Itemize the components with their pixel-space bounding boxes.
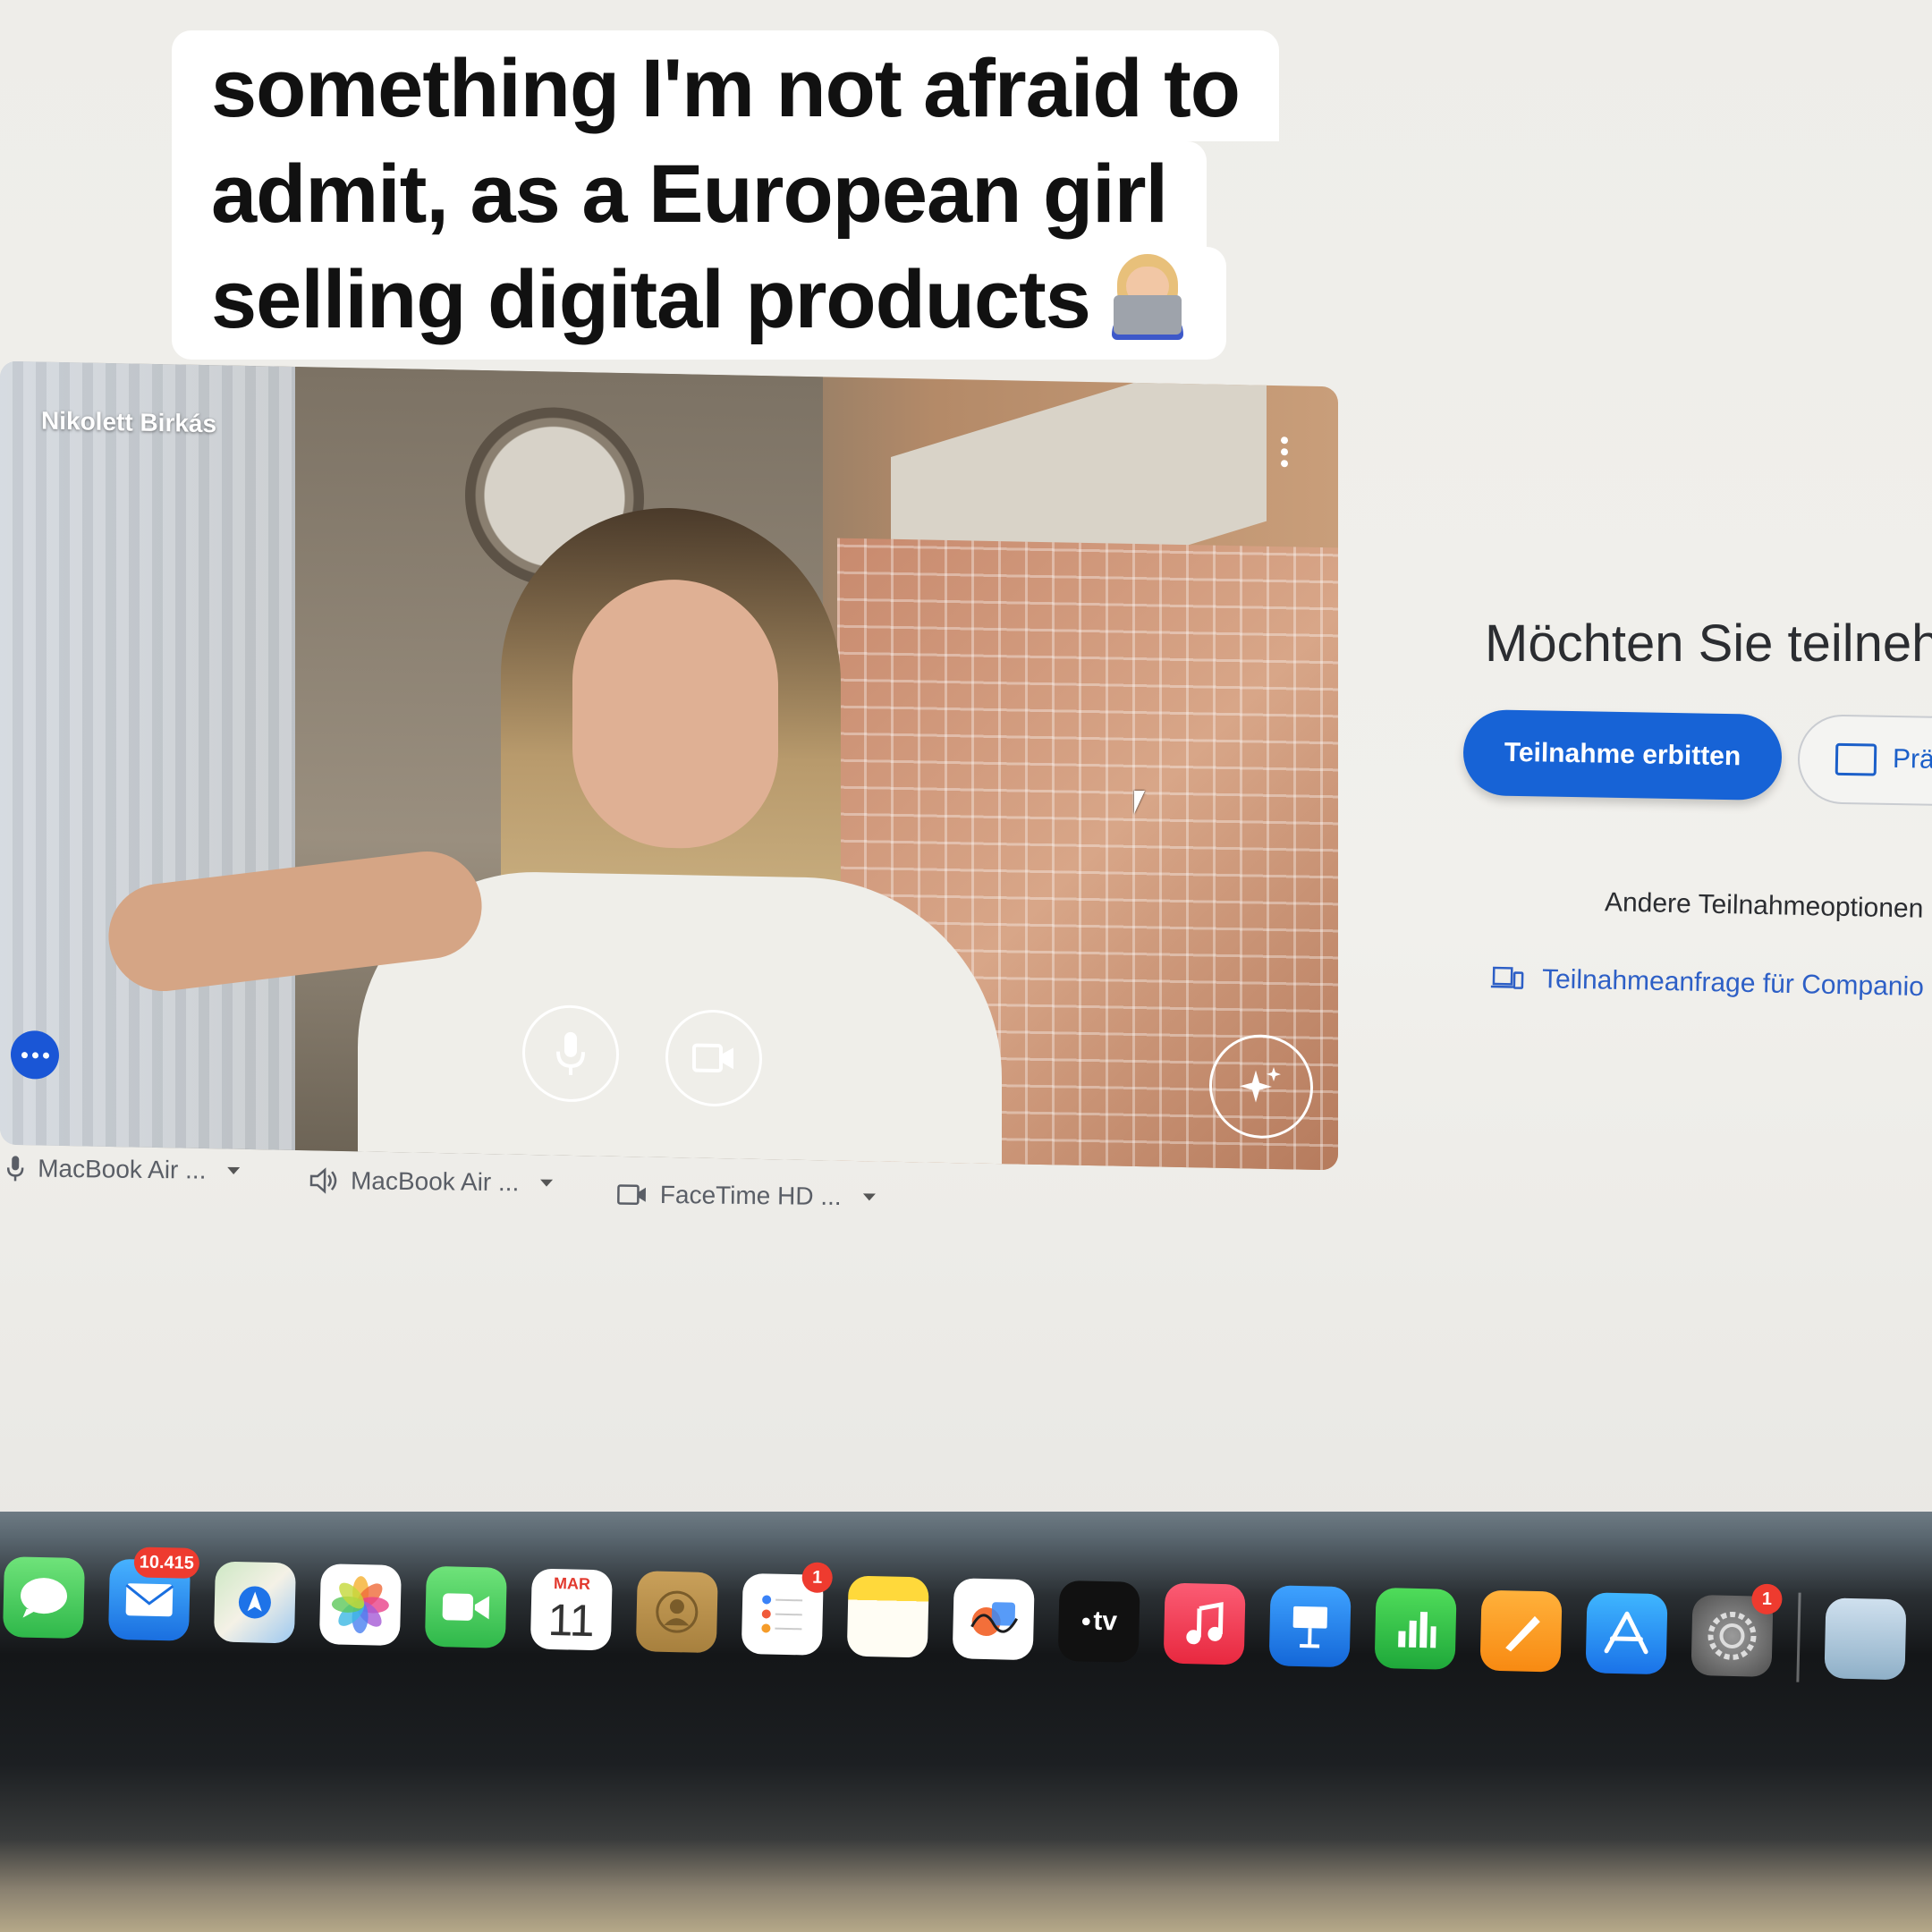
sparkle-icon <box>1240 1066 1281 1103</box>
browser-screen: something I'm not afraid to admit, as a … <box>0 0 1932 1538</box>
companion-mode-label: Teilnahmeanfrage für Companio <box>1541 964 1925 1003</box>
more-actions-button[interactable] <box>11 1030 59 1080</box>
messages-app-icon[interactable] <box>2 1556 85 1640</box>
microphone-icon <box>6 1156 24 1182</box>
apple-tv-label: tv <box>1093 1606 1118 1637</box>
speaker-selector[interactable]: MacBook Air ... <box>309 1166 554 1198</box>
reminders-app-icon[interactable]: 1 <box>741 1562 834 1656</box>
other-join-options-label: Andere Teilnahmeoptionen <box>1604 887 1924 924</box>
woman-laptop-emoji-icon <box>1108 254 1187 340</box>
contacts-app-icon[interactable] <box>635 1571 718 1654</box>
more-options-icon[interactable] <box>1281 432 1290 471</box>
visual-effects-button[interactable] <box>1209 1033 1313 1140</box>
maps-app-icon[interactable] <box>213 1561 296 1644</box>
pages-app-icon[interactable] <box>1479 1589 1563 1673</box>
microphone-selector-label: MacBook Air ... <box>38 1154 207 1184</box>
dock-separator <box>1796 1592 1801 1682</box>
ask-to-join-button[interactable]: Teilnahme erbitten <box>1462 708 1783 801</box>
camera-selector-label: FaceTime HD ... <box>659 1180 842 1211</box>
camera-toggle-button[interactable] <box>665 1008 762 1107</box>
mail-app-icon[interactable]: 10.415 <box>107 1546 200 1641</box>
present-button-label: Prä <box>1892 743 1932 775</box>
microphone-toggle-button[interactable] <box>522 1004 619 1103</box>
person-face <box>572 577 778 851</box>
calendar-day: 11 <box>547 1594 596 1647</box>
mail-unread-badge: 10.415 <box>133 1546 200 1580</box>
photos-app-icon[interactable] <box>318 1563 402 1647</box>
camera-selector[interactable]: FaceTime HD ... <box>617 1180 876 1211</box>
chevron-down-icon <box>540 1179 554 1187</box>
calendar-month: MAR <box>553 1574 591 1593</box>
present-button[interactable]: Prä <box>1797 714 1932 807</box>
companion-device-icon <box>1490 966 1524 989</box>
camera-preview: Nikolett Birkás <box>0 360 1338 1171</box>
device-selector-bar: MacBook Air ... MacBook Air ... FaceTime… <box>0 1154 984 1218</box>
chevron-down-icon <box>227 1166 241 1175</box>
chevron-down-icon <box>862 1193 876 1201</box>
video-camera-icon <box>617 1184 646 1205</box>
system-settings-app-icon[interactable]: 1 <box>1690 1583 1783 1677</box>
keynote-app-icon[interactable] <box>1268 1585 1352 1668</box>
microphone-selector[interactable]: MacBook Air ... <box>5 1154 241 1185</box>
speaker-icon <box>309 1167 337 1194</box>
notes-app-icon[interactable] <box>846 1575 929 1658</box>
apple-tv-app-icon[interactable]: ● tv <box>1057 1580 1140 1663</box>
settings-badge: 1 <box>1751 1583 1783 1615</box>
caption-line-2: admit, as a European girl <box>172 141 1208 247</box>
microphone-icon <box>556 1031 585 1075</box>
companion-mode-link[interactable]: Teilnahmeanfrage für Companio <box>1490 963 1925 1003</box>
participant-name: Nikolett Birkás <box>41 406 217 438</box>
numbers-app-icon[interactable] <box>1374 1587 1457 1670</box>
caption-overlay: something I'm not afraid to admit, as a … <box>172 30 1279 360</box>
mouse-pointer-icon <box>1134 791 1145 814</box>
app-store-icon[interactable] <box>1585 1592 1668 1675</box>
video-camera-icon <box>692 1043 733 1073</box>
caption-line-1: something I'm not afraid to <box>172 30 1279 141</box>
music-app-icon[interactable] <box>1163 1582 1246 1665</box>
curtain-background <box>0 360 295 1150</box>
freeform-app-icon[interactable] <box>952 1578 1035 1661</box>
downloads-stack-icon[interactable] <box>1824 1597 1907 1681</box>
calendar-app-icon[interactable]: MAR 11 <box>530 1568 613 1651</box>
present-upload-icon <box>1835 742 1877 776</box>
reminders-badge: 1 <box>801 1562 834 1594</box>
caption-line-3: selling digital products <box>172 247 1226 360</box>
facetime-app-icon[interactable] <box>424 1565 507 1648</box>
caption-line-3-text: selling digital products <box>211 254 1091 345</box>
apple-logo-icon: ● <box>1080 1610 1092 1631</box>
join-prompt-title: Möchten Sie teilneh <box>1485 614 1932 673</box>
speaker-selector-label: MacBook Air ... <box>350 1166 520 1197</box>
